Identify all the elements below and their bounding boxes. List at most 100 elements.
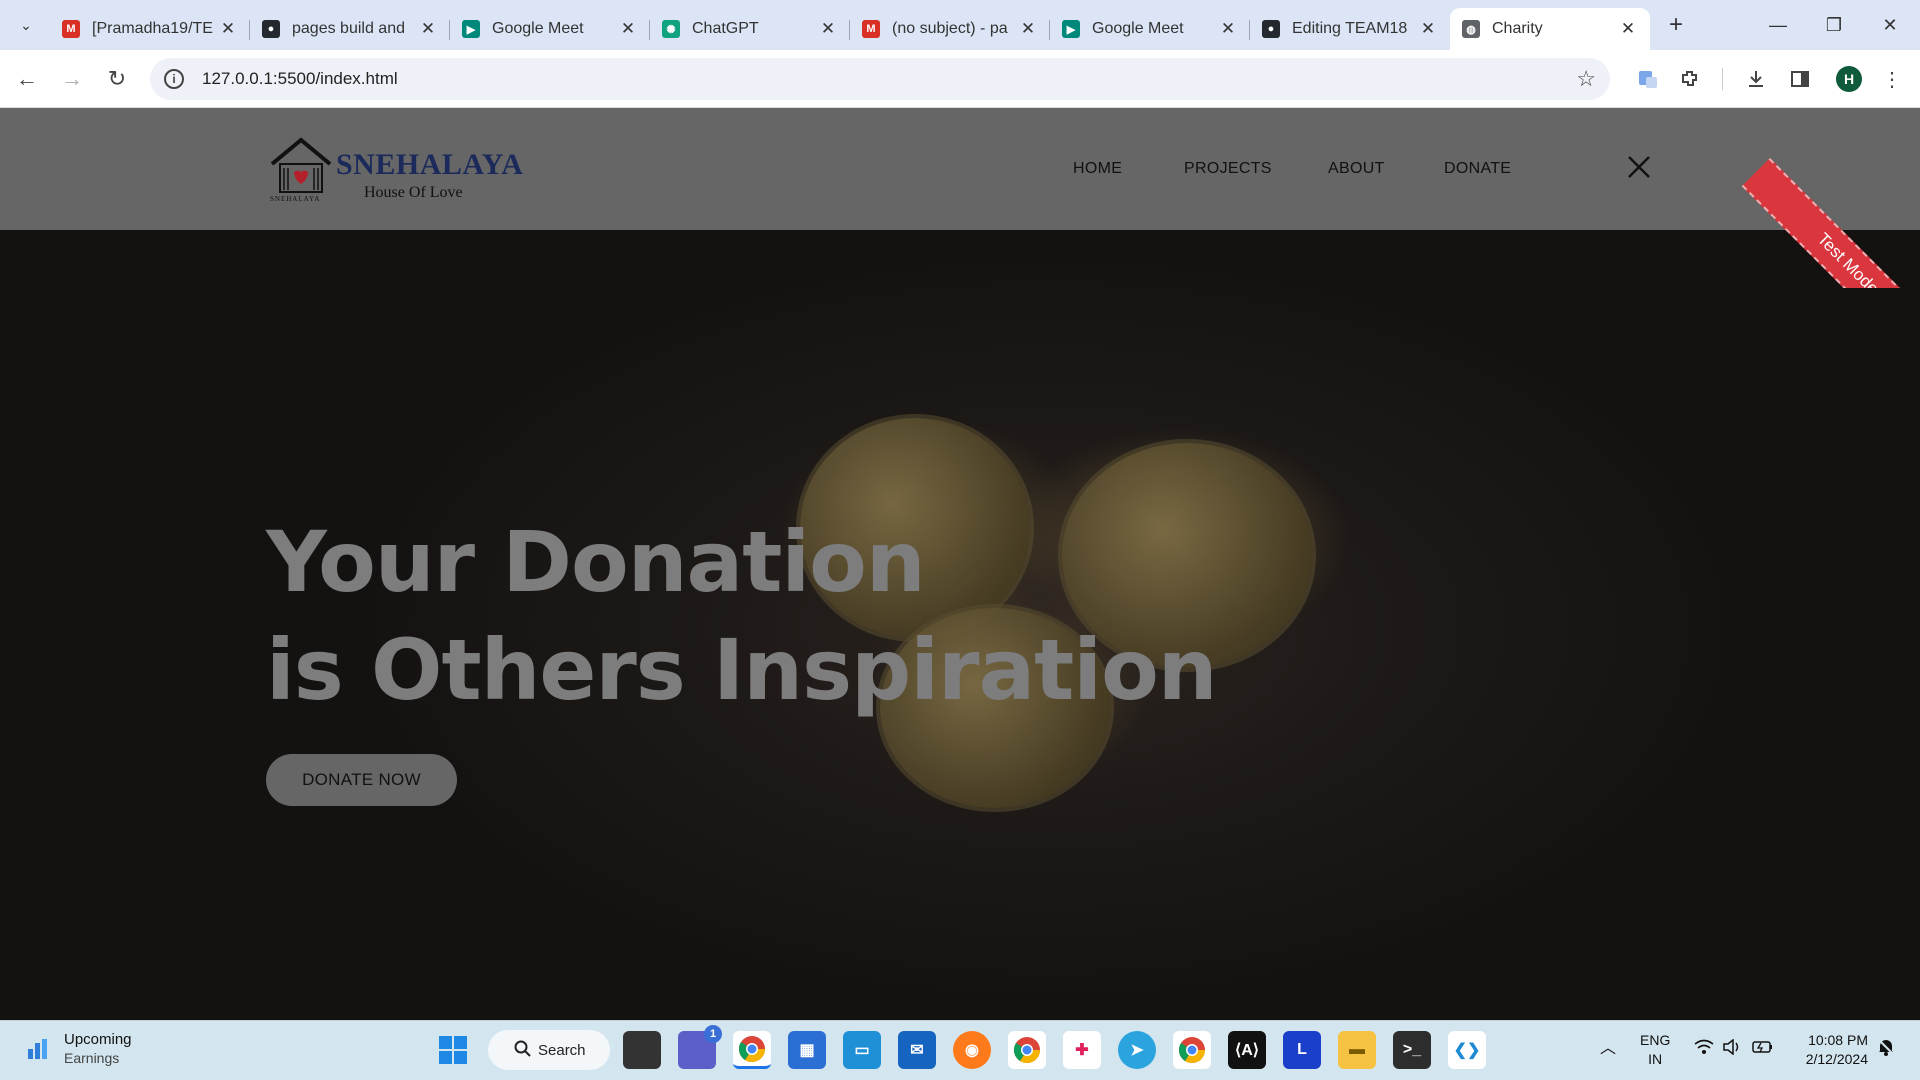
- github-icon: ●: [1262, 20, 1280, 38]
- widget-subtitle: Earnings: [64, 1050, 120, 1066]
- side-panel-icon[interactable]: [1786, 65, 1814, 93]
- hero-headline-line-2: is Others Inspiration: [266, 621, 1218, 719]
- firefox-icon[interactable]: ◉: [953, 1031, 991, 1069]
- donate-now-button[interactable]: DONATE NOW: [266, 754, 457, 806]
- tab-close-icon[interactable]: ✕: [418, 19, 438, 39]
- task-view-icon[interactable]: [623, 1031, 661, 1069]
- chatgpt-icon: ✺: [662, 20, 680, 38]
- reload-icon[interactable]: ↻: [100, 62, 134, 96]
- tab-title: Charity: [1492, 20, 1543, 37]
- logo-small-text: SNEHALAYA: [270, 195, 321, 203]
- search-label: Search: [538, 1041, 586, 1059]
- browser-tab[interactable]: M [Pramadha19/TE ✕: [50, 8, 250, 50]
- volume-icon[interactable]: [1722, 1038, 1742, 1060]
- tab-close-icon[interactable]: ✕: [1218, 19, 1238, 39]
- address-bar-row: ← → ↻ i 127.0.0.1:5500/index.html ☆ ⋮: [0, 50, 1920, 108]
- tab-close-icon[interactable]: ✕: [618, 19, 638, 39]
- restore-icon[interactable]: ❐: [1806, 0, 1862, 50]
- widgets-button[interactable]: Upcoming Earnings: [26, 1031, 132, 1066]
- logo-tagline: House Of Love: [364, 184, 463, 201]
- teams-chat-icon[interactable]: 1: [678, 1025, 722, 1069]
- desktop-icon[interactable]: ▭: [843, 1031, 881, 1069]
- gmail-icon: M: [62, 20, 80, 38]
- tab-close-icon[interactable]: ✕: [818, 19, 838, 39]
- omnibox[interactable]: i 127.0.0.1:5500/index.html ☆: [150, 58, 1610, 100]
- chrome-icon[interactable]: [1008, 1031, 1046, 1069]
- notification-bell-icon[interactable]: [1876, 1037, 1896, 1062]
- tab-close-icon[interactable]: ✕: [1618, 19, 1638, 39]
- toolbar-divider: [1722, 68, 1723, 90]
- mail-icon[interactable]: ✉: [898, 1031, 936, 1069]
- download-icon[interactable]: [1742, 65, 1770, 93]
- slack-icon[interactable]: ✚: [1063, 1031, 1101, 1069]
- browser-tab[interactable]: ◍ Charity ✕: [1450, 8, 1650, 50]
- house-logo-icon: [270, 137, 332, 193]
- language-code: ENG: [1640, 1032, 1671, 1048]
- tab-close-icon[interactable]: ✕: [1418, 19, 1438, 39]
- minimize-icon[interactable]: —: [1750, 0, 1806, 50]
- github-build-icon: ●: [262, 20, 280, 38]
- windows-start-icon[interactable]: [434, 1031, 472, 1069]
- new-tab-button[interactable]: +: [1658, 7, 1694, 43]
- bookmark-star-icon[interactable]: ☆: [1576, 66, 1596, 92]
- nav-home[interactable]: HOME: [1073, 160, 1122, 178]
- hero-headline: Your Donation is Others Inspiration: [266, 508, 1218, 724]
- tab-close-icon[interactable]: ✕: [1018, 19, 1038, 39]
- search-icon: [514, 1040, 532, 1062]
- widget-title: Upcoming: [64, 1031, 132, 1048]
- telegram-icon[interactable]: ➤: [1118, 1031, 1156, 1069]
- google-meet-icon: ▶: [1062, 20, 1080, 38]
- taskbar-search[interactable]: Search: [488, 1030, 610, 1070]
- test-mode-ribbon: Test Mode: [1740, 108, 1920, 288]
- stocks-chart-icon: [28, 1038, 47, 1059]
- browser-tab[interactable]: ● pages build and ✕: [250, 8, 450, 50]
- site-info-icon[interactable]: i: [164, 69, 184, 89]
- wifi-icon[interactable]: [1694, 1039, 1714, 1060]
- chat-badge: 1: [704, 1025, 722, 1043]
- browser-tab[interactable]: M (no subject) - pa ✕: [850, 8, 1050, 50]
- back-icon[interactable]: ←: [10, 62, 44, 96]
- clock-date: 2/12/2024: [1805, 1051, 1868, 1067]
- tab-title: Google Meet: [1092, 20, 1184, 37]
- browser-tab[interactable]: ✺ ChatGPT ✕: [650, 8, 850, 50]
- file-explorer-icon[interactable]: ▬: [1338, 1031, 1376, 1069]
- chrome-profile-icon[interactable]: [733, 1031, 771, 1069]
- snehalaya-logo[interactable]: SNEHALAYA House Of Love SNEHALAYA: [268, 134, 523, 206]
- tab-title: (no subject) - pa: [892, 20, 1008, 37]
- nav-donate[interactable]: DONATE: [1444, 160, 1511, 178]
- nav-about[interactable]: ABOUT: [1328, 160, 1385, 178]
- l-app-icon[interactable]: L: [1283, 1031, 1321, 1069]
- translate-extension-icon[interactable]: [1634, 65, 1662, 93]
- profile-avatar[interactable]: H: [1836, 66, 1862, 92]
- clock-time: 10:08 PM: [1808, 1032, 1868, 1048]
- microsoft-store-icon[interactable]: ▦: [788, 1031, 826, 1069]
- windows-taskbar: Upcoming Earnings Search 1 ▦ ▭ ✉ ◉ ✚ ➤ ⟨…: [0, 1020, 1920, 1080]
- battery-icon[interactable]: [1752, 1039, 1774, 1060]
- nav-projects[interactable]: PROJECTS: [1184, 160, 1272, 178]
- logo-name: SNEHALAYA: [336, 148, 524, 181]
- vscode-icon[interactable]: ❮❯: [1448, 1031, 1486, 1069]
- browser-tab[interactable]: ● Editing TEAM18 ✕: [1250, 8, 1450, 50]
- browser-tab[interactable]: ▶ Google Meet ✕: [450, 8, 650, 50]
- menu-close-icon[interactable]: [1624, 152, 1654, 182]
- url-text[interactable]: 127.0.0.1:5500/index.html: [202, 69, 398, 89]
- site-header: SNEHALAYA House Of Love SNEHALAYA HOME P…: [0, 108, 1920, 230]
- chrome-menu-icon[interactable]: ⋮: [1878, 65, 1906, 93]
- terminal-icon[interactable]: >_: [1393, 1031, 1431, 1069]
- forward-icon[interactable]: →: [55, 62, 89, 96]
- tab-title: [Pramadha19/TE: [92, 20, 213, 37]
- browser-tab[interactable]: ▶ Google Meet ✕: [1050, 8, 1250, 50]
- language-indicator[interactable]: ENG IN: [1640, 1031, 1670, 1069]
- tab-title: ChatGPT: [692, 20, 759, 37]
- clock[interactable]: 10:08 PM 2/12/2024: [1792, 1031, 1868, 1069]
- hero-headline-line-1: Your Donation: [266, 513, 926, 611]
- window-close-icon[interactable]: ✕: [1862, 0, 1918, 50]
- tab-close-icon[interactable]: ✕: [218, 19, 238, 39]
- chrome-profile-2-icon[interactable]: [1173, 1031, 1211, 1069]
- anaconda-icon[interactable]: ⟨A⟩: [1228, 1031, 1266, 1069]
- browser-tab-bar: ⌄ M [Pramadha19/TE ✕ ● pages build and ✕ ▶ Goog…: [0, 0, 1920, 50]
- region-code: IN: [1648, 1051, 1663, 1067]
- extensions-puzzle-icon[interactable]: [1676, 65, 1704, 93]
- tab-search-chevron-icon[interactable]: ⌄: [8, 7, 44, 43]
- show-hidden-icons-chevron[interactable]: ︿: [1600, 1039, 1616, 1058]
